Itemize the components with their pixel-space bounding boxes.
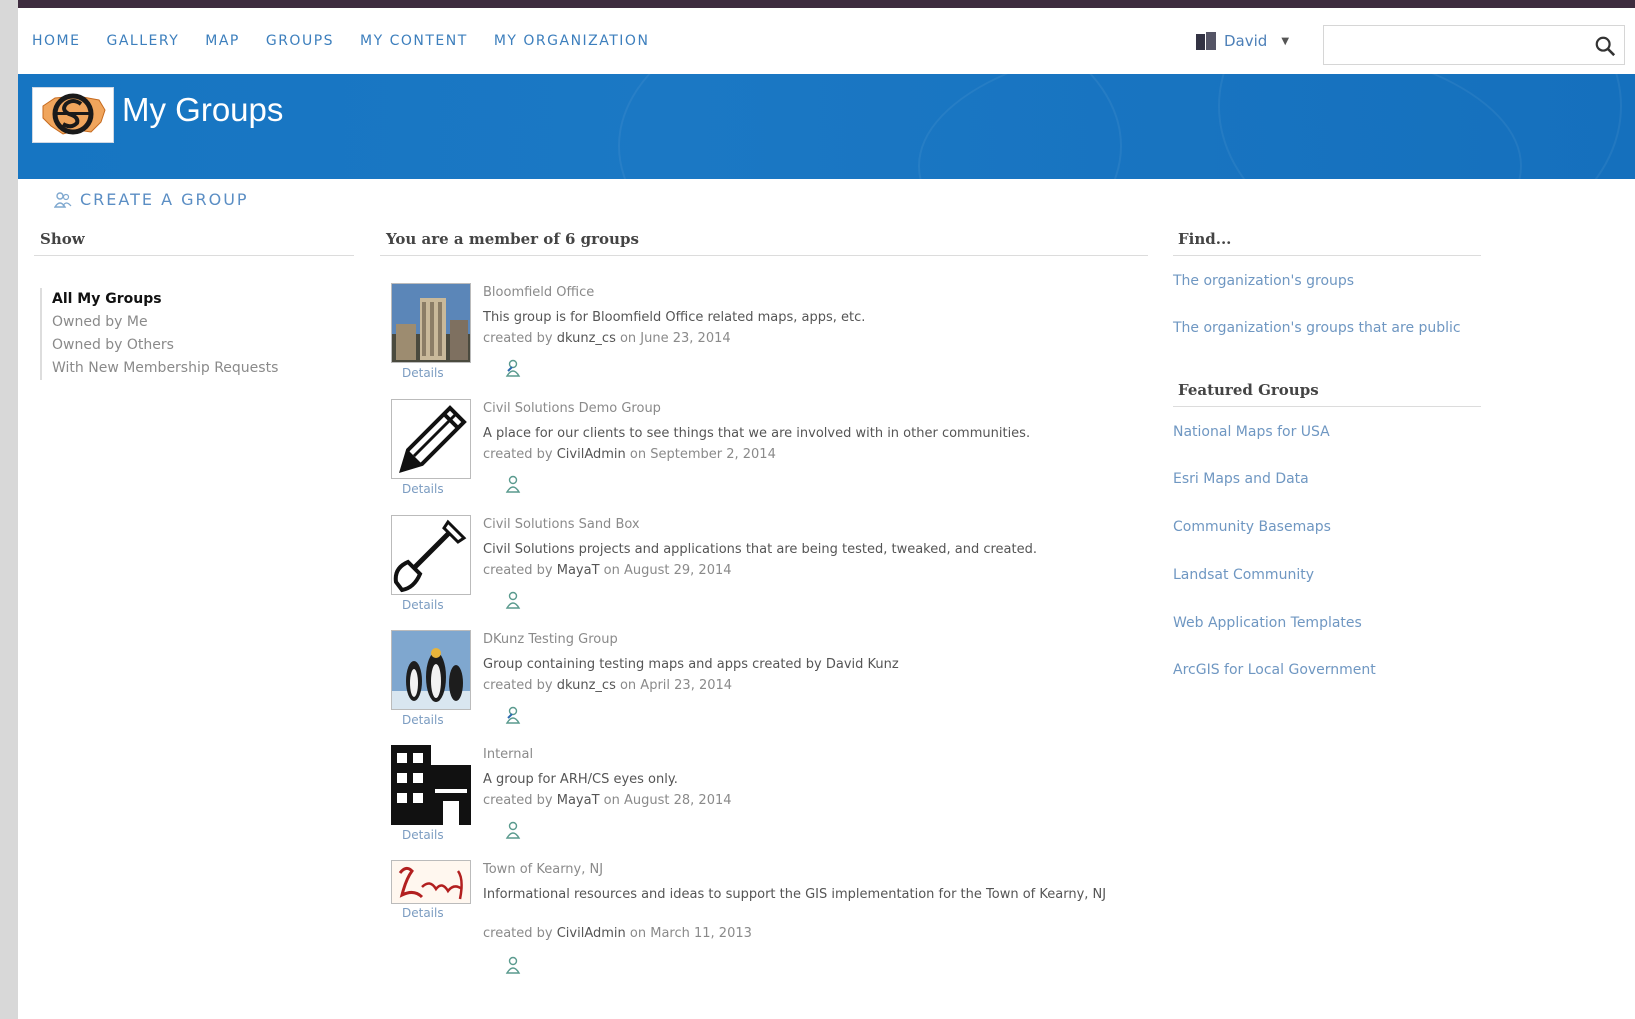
top-nav: HOME GALLERY MAP GROUPS MY CONTENT MY OR… (18, 8, 1635, 74)
group-meta: created by MayaT on August 28, 2014 (483, 793, 732, 808)
group-icon (54, 191, 72, 208)
group-description: Informational resources and ideas to sup… (483, 887, 1107, 902)
group-owner[interactable]: MayaT (557, 563, 600, 578)
group-description: A group for ARH/CS eyes only. (483, 772, 678, 787)
find-org-groups-link[interactable]: The organization's groups (1173, 273, 1354, 289)
group-title[interactable]: DKunz Testing Group (483, 632, 618, 647)
group-description: This group is for Bloomfield Office rela… (483, 310, 866, 325)
group-owner[interactable]: MayaT (557, 793, 600, 808)
featured-link[interactable]: Esri Maps and Data (1173, 471, 1309, 487)
details-link[interactable]: Details (402, 713, 444, 727)
group-description: Civil Solutions projects and application… (483, 542, 1037, 557)
featured-link[interactable]: National Maps for USA (1173, 424, 1330, 440)
details-link[interactable]: Details (402, 366, 444, 380)
group-meta: created by CivilAdmin on September 2, 20… (483, 447, 776, 462)
featured-link[interactable]: Landsat Community (1173, 567, 1314, 583)
featured-link[interactable]: Community Basemaps (1173, 519, 1331, 535)
group-thumbnail[interactable] (391, 515, 471, 595)
search-icon[interactable] (1594, 35, 1616, 57)
group-thumbnail[interactable] (391, 283, 471, 363)
nav-home[interactable]: HOME (32, 33, 80, 49)
group-item: Details Civil Solutions Demo Group A pla… (391, 399, 1151, 514)
user-icon (1196, 32, 1216, 50)
group-owner[interactable]: CivilAdmin (557, 926, 626, 941)
featured-link[interactable]: Web Application Templates (1173, 615, 1362, 631)
details-link[interactable]: Details (402, 906, 444, 920)
chevron-down-icon: ▼ (1281, 35, 1290, 47)
nav-gallery[interactable]: GALLERY (106, 33, 179, 49)
page-banner: My Groups (18, 74, 1635, 179)
group-thumbnail[interactable] (391, 860, 471, 904)
featured-heading: Featured Groups (1178, 381, 1319, 399)
organization-logo (32, 87, 114, 143)
group-members-icon[interactable] (505, 821, 525, 839)
details-link[interactable]: Details (402, 598, 444, 612)
show-filter-list: All My Groups Owned by Me Owned by Other… (40, 288, 278, 380)
show-heading: Show (40, 230, 85, 248)
divider (34, 255, 354, 256)
group-meta: created by dkunz_cs on April 23, 2014 (483, 678, 733, 693)
search-input[interactable] (1323, 25, 1625, 65)
group-members-icon[interactable] (505, 591, 525, 609)
user-menu[interactable]: David ▼ (1196, 32, 1289, 50)
group-members-icon[interactable] (505, 359, 525, 377)
group-description: Group containing testing maps and apps c… (483, 657, 899, 672)
create-group-label: CREATE A GROUP (80, 190, 249, 209)
group-item: Details Bloomfield Office This group is … (391, 283, 1151, 398)
find-public-groups-link[interactable]: The organization's groups that are publi… (1173, 320, 1461, 336)
nav-groups[interactable]: GROUPS (266, 33, 334, 49)
group-meta: created by CivilAdmin on March 11, 2013 (483, 926, 752, 941)
divider (1173, 255, 1481, 256)
group-owner[interactable]: CivilAdmin (557, 447, 626, 462)
groups-heading: You are a member of 6 groups (386, 230, 639, 248)
group-members-icon[interactable] (505, 475, 525, 493)
filter-all-my-groups[interactable]: All My Groups (52, 288, 278, 311)
group-item: Details DKunz Testing Group Group contai… (391, 630, 1151, 745)
group-item: Details Civil Solutions Sand Box Civil S… (391, 515, 1151, 630)
group-thumbnail[interactable] (391, 630, 471, 710)
group-members-icon[interactable] (505, 956, 525, 974)
featured-link[interactable]: ArcGIS for Local Government (1173, 662, 1376, 678)
group-meta: created by dkunz_cs on June 23, 2014 (483, 331, 731, 346)
group-title[interactable]: Civil Solutions Demo Group (483, 401, 661, 416)
group-title[interactable]: Bloomfield Office (483, 285, 594, 300)
group-title[interactable]: Internal (483, 747, 533, 762)
create-group-button[interactable]: CREATE A GROUP (54, 190, 249, 209)
group-title[interactable]: Town of Kearny, NJ (483, 862, 603, 877)
divider (1173, 406, 1481, 407)
details-link[interactable]: Details (402, 828, 444, 842)
group-meta: created by MayaT on August 29, 2014 (483, 563, 732, 578)
user-name: David (1224, 32, 1268, 50)
app-frame: HOME GALLERY MAP GROUPS MY CONTENT MY OR… (18, 8, 1635, 1019)
group-thumbnail[interactable] (391, 399, 471, 479)
nav-map[interactable]: MAP (205, 33, 240, 49)
group-item: Details Internal A group for ARH/CS eyes… (391, 745, 1151, 860)
group-description: A place for our clients to see things th… (483, 426, 1031, 441)
nav-my-organization[interactable]: MY ORGANIZATION (494, 33, 650, 49)
group-item: Details Town of Kearny, NJ Informational… (391, 860, 1151, 975)
find-heading: Find... (1178, 230, 1232, 248)
filter-owned-by-me[interactable]: Owned by Me (52, 311, 278, 334)
group-thumbnail[interactable] (391, 745, 471, 825)
group-members-icon[interactable] (505, 706, 525, 724)
group-owner[interactable]: dkunz_cs (557, 678, 616, 693)
group-title[interactable]: Civil Solutions Sand Box (483, 517, 640, 532)
details-link[interactable]: Details (402, 482, 444, 496)
nav-links: HOME GALLERY MAP GROUPS MY CONTENT MY OR… (32, 33, 649, 49)
filter-owned-by-others[interactable]: Owned by Others (52, 334, 278, 357)
filter-new-membership-requests[interactable]: With New Membership Requests (52, 357, 278, 380)
divider (380, 255, 1148, 256)
group-owner[interactable]: dkunz_cs (557, 331, 616, 346)
page-title: My Groups (122, 91, 284, 128)
nav-my-content[interactable]: MY CONTENT (360, 33, 468, 49)
